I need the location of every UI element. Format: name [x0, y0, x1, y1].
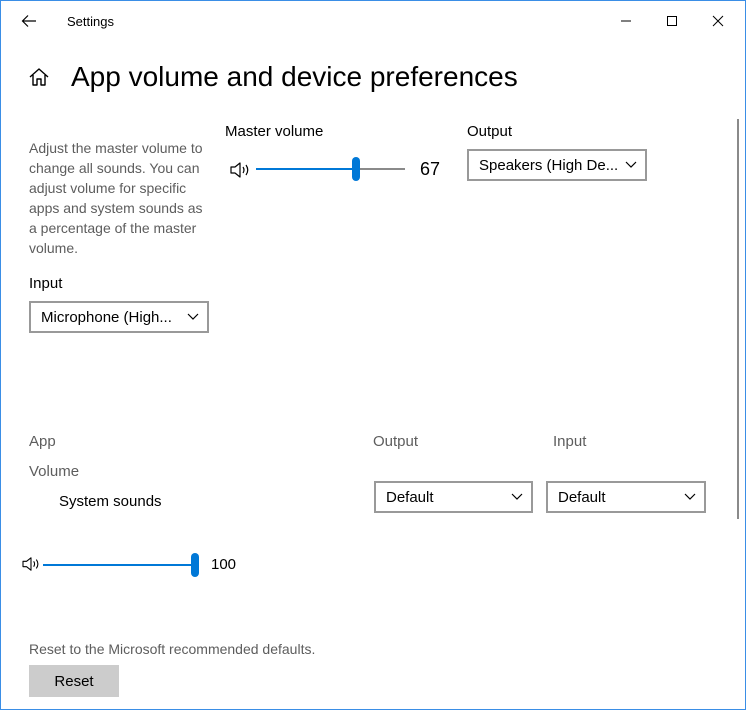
system-sounds-output-value: Default	[386, 488, 434, 506]
system-sounds-volume-thumb[interactable]	[191, 553, 199, 577]
chevron-down-icon	[503, 485, 531, 509]
reset-description: Reset to the Microsoft recommended defau…	[29, 641, 316, 657]
system-sounds-volume-slider[interactable]	[43, 553, 199, 577]
input-column-header: Input	[553, 433, 587, 450]
page-title: App volume and device preferences	[71, 61, 518, 92]
close-icon	[712, 15, 724, 27]
title-bar: Settings	[1, 1, 745, 41]
system-sounds-volume-fill	[43, 564, 195, 566]
input-label: Input	[29, 275, 63, 292]
output-device-value: Speakers (High De...	[479, 156, 617, 174]
window-title: Settings	[67, 14, 114, 29]
input-device-dropdown[interactable]: Microphone (High...	[29, 301, 209, 333]
output-column-header: Output	[373, 433, 419, 450]
close-button[interactable]	[695, 1, 741, 41]
reset-button[interactable]: Reset	[29, 665, 119, 697]
input-device-value: Microphone (High...	[41, 308, 172, 326]
back-arrow-icon	[21, 15, 36, 27]
speaker-icon	[230, 162, 249, 178]
master-volume-slider[interactable]	[256, 157, 405, 181]
master-volume-value: 67	[420, 159, 441, 179]
page-description: Adjust the master volume to change all s…	[29, 140, 203, 256]
system-sounds-volume-value: 100	[211, 556, 237, 573]
master-volume-thumb[interactable]	[351, 157, 360, 181]
chevron-down-icon	[676, 485, 704, 509]
home-icon[interactable]	[27, 65, 51, 89]
output-device-dropdown[interactable]: Speakers (High De...	[467, 149, 647, 181]
scrollbar[interactable]	[737, 119, 739, 519]
master-volume-label: Master volume	[225, 123, 324, 140]
settings-window: Settings App volume and device preferenc…	[0, 0, 746, 710]
chevron-down-icon	[179, 305, 207, 329]
master-volume-fill	[256, 168, 356, 170]
back-button[interactable]	[11, 7, 47, 35]
minimize-icon	[621, 20, 631, 22]
system-sounds-input-value: Default	[558, 488, 606, 506]
chevron-down-icon	[617, 153, 645, 177]
maximize-button[interactable]	[649, 1, 695, 41]
output-label: Output	[467, 123, 513, 140]
app-name-system-sounds: System sounds	[59, 493, 162, 510]
app-column-header: App	[29, 433, 56, 450]
minimize-button[interactable]	[603, 1, 649, 41]
speaker-icon	[22, 557, 39, 571]
system-sounds-output-dropdown[interactable]: Default	[374, 481, 533, 513]
maximize-icon	[667, 16, 677, 26]
system-sounds-input-dropdown[interactable]: Default	[546, 481, 706, 513]
volume-column-header: Volume	[29, 463, 80, 480]
